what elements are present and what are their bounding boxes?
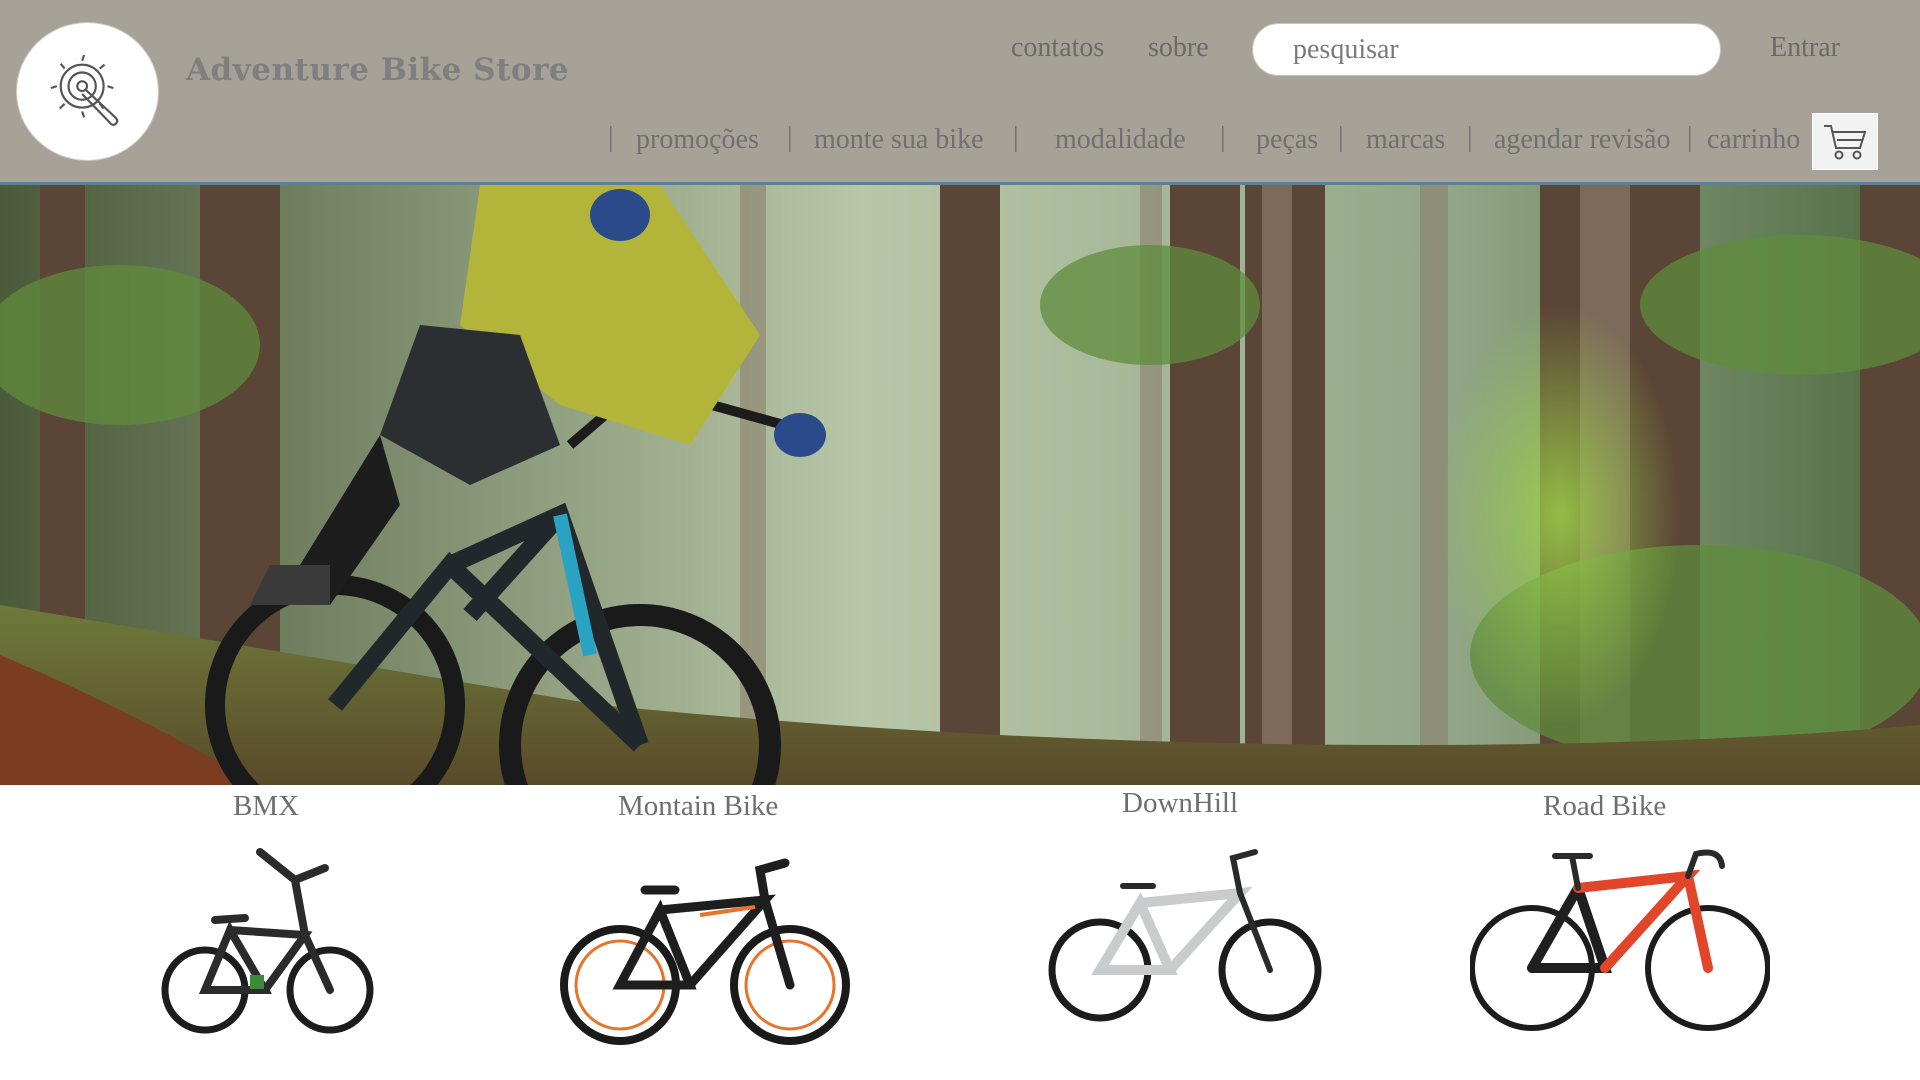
nav-separator: | [608, 122, 614, 153]
nav-item-modalidade[interactable]: modalidade [1055, 124, 1186, 156]
nav-separator: | [1467, 122, 1473, 153]
mountain-biker-forest-photo [0, 185, 1920, 785]
shopping-cart-icon [1824, 124, 1867, 159]
category-label-road-bike[interactable]: Road Bike [1543, 790, 1666, 823]
nav-item-agendar-revisao[interactable]: agendar revisão [1494, 124, 1670, 156]
downhill-bike-icon [1048, 849, 1322, 1022]
nav-separator: | [1013, 122, 1019, 153]
nav-separator: | [1220, 122, 1226, 153]
road-bike-icon [1469, 849, 1771, 1031]
category-label-downhill[interactable]: DownHill [1122, 787, 1238, 820]
nav-item-carrinho[interactable]: carrinho [1707, 124, 1800, 156]
nav-item-pecas[interactable]: peças [1256, 124, 1318, 156]
sobre-link[interactable]: sobre [1148, 32, 1209, 64]
cart-button[interactable] [1812, 113, 1878, 170]
mountain-bike-icon [560, 858, 850, 1045]
search-box[interactable] [1252, 23, 1721, 76]
downhill-bike-image[interactable] [1045, 848, 1325, 1028]
bmx-bike-icon [161, 848, 374, 1034]
store-logo[interactable] [16, 22, 159, 161]
category-label-bmx[interactable]: BMX [233, 790, 299, 823]
brand-title[interactable]: Adventure Bike Store [186, 52, 569, 88]
nav-separator: | [1338, 122, 1344, 153]
nav-separator: | [787, 122, 793, 153]
entrar-link[interactable]: Entrar [1770, 32, 1840, 64]
bmx-bike-image[interactable] [160, 840, 375, 1055]
nav-item-promocoes[interactable]: promoções [636, 124, 759, 156]
category-label-mountain-bike[interactable]: Montain Bike [618, 790, 778, 823]
site-header: Adventure Bike Store contatos sobre Entr… [0, 0, 1920, 182]
contatos-link[interactable]: contatos [1011, 32, 1104, 64]
search-input[interactable] [1293, 32, 1703, 68]
road-bike-image[interactable] [1469, 838, 1771, 1038]
hero-banner [0, 185, 1920, 785]
nav-separator: | [1687, 122, 1693, 153]
mountain-bike-image[interactable] [560, 855, 850, 1055]
nav-item-marcas[interactable]: marcas [1366, 124, 1445, 156]
bike-crank-icon [50, 54, 118, 126]
nav-item-monte-sua-bike[interactable]: monte sua bike [814, 124, 984, 156]
